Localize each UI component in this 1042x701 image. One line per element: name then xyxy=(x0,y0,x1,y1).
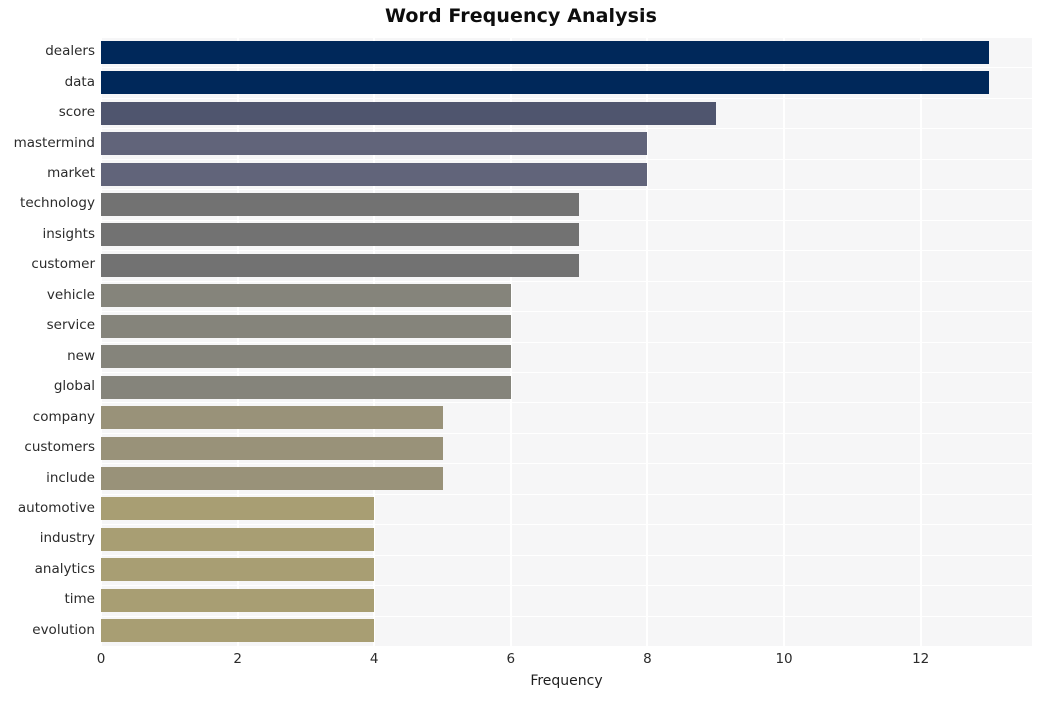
gridline-horizontal xyxy=(101,311,1032,312)
y-tick-label: time xyxy=(64,591,95,608)
gridline-horizontal xyxy=(101,128,1032,129)
gridline-horizontal xyxy=(101,37,1032,38)
bar xyxy=(101,284,511,308)
y-tick-label: global xyxy=(53,378,95,395)
bar xyxy=(101,71,989,95)
y-tick-label: company xyxy=(32,408,95,425)
gridline-horizontal xyxy=(101,372,1032,373)
bar xyxy=(101,588,375,612)
bar xyxy=(101,101,716,125)
gridline-horizontal xyxy=(101,67,1032,68)
bar xyxy=(101,375,511,399)
x-axis-tick-labels: 0 2 4 6 8 10 12 xyxy=(0,646,1042,676)
y-tick-label: customers xyxy=(24,439,95,456)
gridline-horizontal xyxy=(101,159,1032,160)
gridline-vertical xyxy=(373,37,376,646)
bar xyxy=(101,558,375,582)
x-tick-label: 4 xyxy=(369,651,379,667)
x-tick-label: 0 xyxy=(96,651,106,667)
gridline-horizontal xyxy=(101,98,1032,99)
y-tick-label: evolution xyxy=(32,621,95,638)
y-tick-label: dealers xyxy=(45,43,95,60)
gridline-horizontal xyxy=(101,281,1032,282)
y-tick-label: technology xyxy=(20,195,95,212)
y-axis-tick-labels: dealers data score mastermind market technolo… xyxy=(0,37,95,646)
gridline-vertical xyxy=(919,37,922,646)
x-tick-label: 6 xyxy=(506,651,516,667)
gridline-horizontal xyxy=(101,463,1032,464)
bar xyxy=(101,436,443,460)
bar xyxy=(101,132,648,156)
gridline-horizontal xyxy=(101,585,1032,586)
gridline-vertical xyxy=(101,37,102,646)
y-tick-label: score xyxy=(58,104,95,121)
y-tick-label: service xyxy=(46,317,95,334)
gridline-vertical xyxy=(783,37,786,646)
gridline-vertical xyxy=(646,37,649,646)
gridline-horizontal xyxy=(101,494,1032,495)
bar xyxy=(101,223,580,247)
bar xyxy=(101,497,375,521)
gridline-horizontal xyxy=(101,189,1032,190)
gridline-horizontal xyxy=(101,433,1032,434)
chart-figure: Word Frequency Analysis dealers data score… xyxy=(0,0,1042,701)
chart-title: Word Frequency Analysis xyxy=(384,5,658,27)
x-axis-label: Frequency xyxy=(530,673,603,689)
gridline-horizontal xyxy=(101,220,1032,221)
bar xyxy=(101,527,375,551)
y-tick-label: industry xyxy=(39,530,95,547)
y-tick-label: mastermind xyxy=(13,134,95,151)
y-tick-label: customer xyxy=(31,256,95,273)
bar xyxy=(101,406,443,430)
x-tick-label: 10 xyxy=(775,651,793,667)
bar xyxy=(101,40,989,64)
bar xyxy=(101,314,511,338)
gridline-horizontal xyxy=(101,402,1032,403)
gridline-horizontal xyxy=(101,555,1032,556)
y-tick-label: market xyxy=(47,165,95,182)
y-tick-label: analytics xyxy=(34,560,95,577)
plot-area xyxy=(101,37,1032,646)
gridline-vertical xyxy=(509,37,512,646)
gridline-horizontal xyxy=(101,524,1032,525)
y-tick-label: automotive xyxy=(17,499,95,516)
x-tick-label: 12 xyxy=(912,651,930,667)
gridline-horizontal xyxy=(101,616,1032,617)
bar xyxy=(101,345,511,369)
x-tick-label: 2 xyxy=(233,651,242,667)
gridline-horizontal xyxy=(101,250,1032,251)
x-tick-label: 8 xyxy=(643,651,652,667)
bar xyxy=(101,162,648,186)
y-tick-label: insights xyxy=(42,225,95,242)
gridline-horizontal xyxy=(101,342,1032,343)
y-tick-label: include xyxy=(46,469,95,486)
bar xyxy=(101,192,580,216)
y-tick-label: vehicle xyxy=(46,286,95,303)
bar xyxy=(101,467,443,491)
bar xyxy=(101,253,580,277)
y-tick-label: data xyxy=(64,73,95,90)
gridline-vertical xyxy=(236,37,239,646)
y-tick-label: new xyxy=(67,347,95,364)
bar xyxy=(101,619,375,643)
